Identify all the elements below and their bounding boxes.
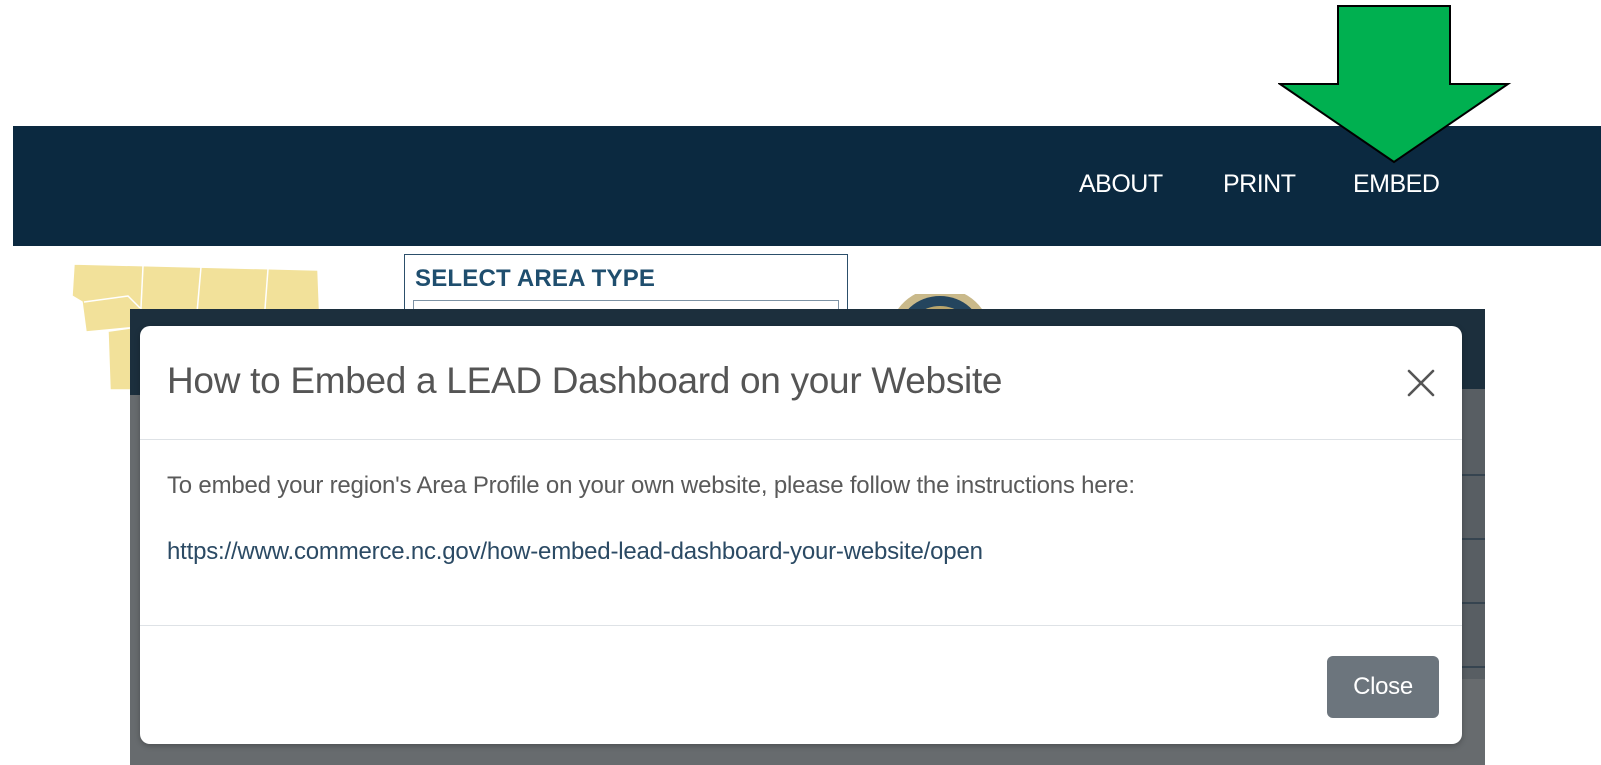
page: ABOUT PRINT EMBED SELECT AREA TYPE How t… xyxy=(0,0,1601,765)
arrow-down-icon xyxy=(1278,5,1512,164)
nav-about-link[interactable]: ABOUT xyxy=(1079,170,1163,199)
modal-title: How to Embed a LEAD Dashboard on your We… xyxy=(167,360,1003,401)
area-type-title: SELECT AREA TYPE xyxy=(415,265,656,292)
nav-print-link[interactable]: PRINT xyxy=(1223,170,1296,199)
embed-instructions-link[interactable]: https://www.commerce.nc.gov/how-embed-le… xyxy=(167,538,983,566)
modal-header: How to Embed a LEAD Dashboard on your We… xyxy=(140,326,1462,440)
modal-body: To embed your region's Area Profile on y… xyxy=(140,440,1462,626)
embed-instructions-text: To embed your region's Area Profile on y… xyxy=(167,472,1135,499)
close-button[interactable]: Close xyxy=(1327,656,1439,718)
close-x-icon[interactable] xyxy=(1402,364,1440,402)
embed-modal: How to Embed a LEAD Dashboard on your We… xyxy=(140,326,1462,744)
nav-embed-link[interactable]: EMBED xyxy=(1353,170,1440,199)
